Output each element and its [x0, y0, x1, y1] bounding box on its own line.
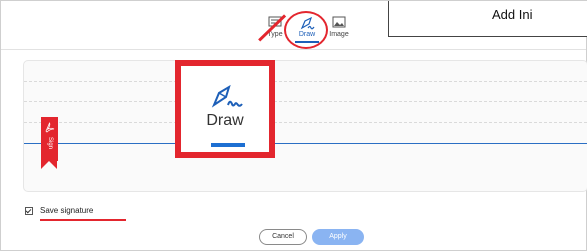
pen-icon	[211, 84, 243, 108]
guide-line	[24, 81, 587, 82]
signature-drawing-pad[interactable]	[23, 60, 587, 192]
draw-tab-highlight-ring	[284, 11, 328, 49]
save-signature-label[interactable]: Save signature	[40, 206, 93, 215]
draw-callout-label: Draw	[206, 112, 244, 129]
header-divider	[1, 49, 586, 50]
save-signature-highlight	[40, 219, 126, 221]
signature-baseline	[24, 143, 587, 144]
save-signature-checkbox[interactable]	[25, 207, 33, 215]
sign-flag-text: Sign	[47, 136, 53, 149]
guide-line	[24, 122, 587, 123]
draw-tab-zoom-callout: Draw	[175, 60, 275, 158]
signature-dialog: Type Draw Image Add Ini Sign Draw Save s…	[0, 0, 587, 251]
sign-here-flag: Sign	[41, 117, 58, 169]
cancel-button[interactable]: Cancel	[259, 229, 307, 245]
add-initials-text: Add Ini	[492, 7, 533, 22]
guide-line	[24, 101, 587, 102]
apply-button[interactable]: Apply	[312, 229, 364, 245]
draw-callout-underline	[211, 143, 245, 147]
image-icon	[332, 16, 346, 28]
add-initials-callout: Add Ini	[388, 1, 587, 37]
